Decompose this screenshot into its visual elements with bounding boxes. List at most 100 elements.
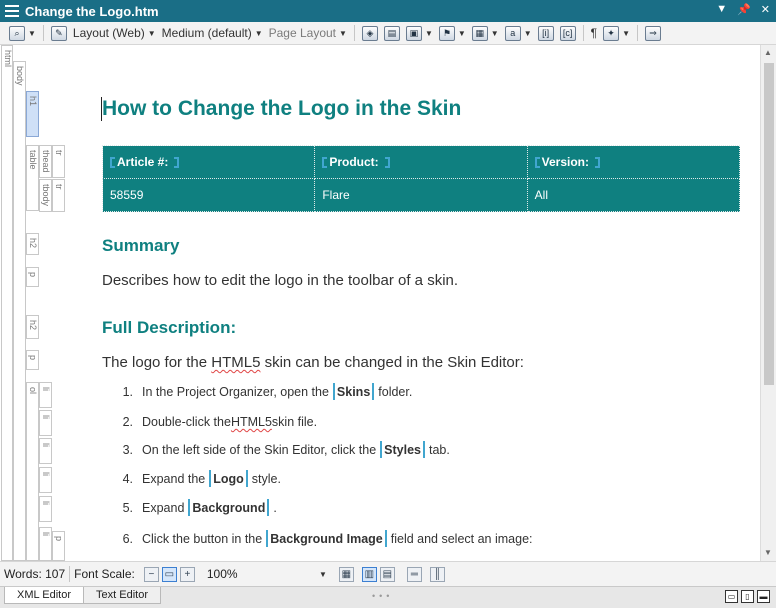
view-button[interactable]: ⌕ ▼ — [6, 24, 39, 43]
table-header-cell[interactable]: Article #: — [101, 145, 316, 179]
split-vertical-icon[interactable]: ▯ — [741, 590, 754, 603]
structure-bar-html[interactable]: html — [1, 45, 13, 561]
minimize-pane-icon[interactable]: ▭ — [725, 590, 738, 603]
structure-bars-icon[interactable]: ▥ — [361, 566, 377, 582]
structure-bar-p[interactable]: p — [26, 350, 39, 370]
structure-bar-li[interactable]: li — [39, 496, 52, 522]
scroll-down-icon[interactable]: ▼ — [764, 548, 772, 557]
table-button[interactable]: ▦ ▼ — [469, 24, 502, 43]
variable-icon: [i] — [537, 25, 554, 41]
page-layout-label: Page Layout — [268, 26, 337, 40]
window-title: Change the Logo.htm — [25, 3, 159, 19]
full-description-heading[interactable]: Full Description: — [102, 318, 236, 338]
ui-element-tag[interactable]: Logo — [209, 470, 248, 487]
vertical-ruler-icon[interactable]: ║ — [429, 566, 445, 582]
list-item[interactable]: 3. On the left side of the Skin Editor, … — [110, 441, 450, 458]
structure-bar-h2[interactable]: h2 — [26, 233, 39, 255]
zoom-out-icon[interactable]: − — [143, 566, 159, 582]
structure-bar-thead[interactable]: thead — [39, 145, 52, 178]
intro-paragraph[interactable]: The logo for the HTML5 skin can be chang… — [102, 354, 524, 371]
document-heading[interactable]: How to Change the Logo in the Skin — [102, 97, 461, 121]
grid-view-icon[interactable]: ▦ — [338, 566, 354, 582]
scrollbar-thumb[interactable] — [764, 63, 774, 385]
resize-grip-icon[interactable]: ••• — [372, 591, 393, 601]
table-header-cell[interactable]: Version: — [526, 145, 741, 179]
layout-web-dropdown[interactable]: Layout (Web) ▼ — [70, 24, 159, 43]
hamburger-menu-icon[interactable] — [5, 5, 19, 17]
attributes-button[interactable]: ✦ ▼ — [600, 24, 633, 43]
markers-button[interactable]: ▤ — [381, 24, 403, 43]
list-item[interactable]: 5. Expand Background . — [110, 499, 277, 516]
palette-icon: ✦ — [603, 25, 620, 41]
summary-heading[interactable]: Summary — [102, 236, 179, 256]
list-item[interactable]: 2. Double-click the HTML5 skin file. — [110, 415, 318, 429]
insert-snippet-button[interactable]: [c] — [557, 24, 579, 43]
zoom-in-icon[interactable]: + — [179, 566, 195, 582]
image-button[interactable]: ▣ ▼ — [403, 24, 436, 43]
structure-bar-h2[interactable]: h2 — [26, 315, 39, 339]
table-header-cell[interactable]: Product: — [314, 145, 528, 179]
show-tags-icon: ◈ — [361, 25, 378, 41]
table-cell[interactable]: 58559 — [101, 178, 316, 212]
track-changes-button[interactable]: ✎ — [48, 24, 70, 43]
structure-bar-h1[interactable]: h1 — [26, 91, 39, 137]
layout-web-label: Layout (Web) — [72, 26, 145, 40]
structure-bar-ol[interactable]: ol — [26, 382, 39, 561]
ui-element-tag[interactable]: Styles — [380, 441, 425, 458]
hand-icon: ✎ — [50, 25, 67, 41]
insert-variable-button[interactable]: [i] — [535, 24, 557, 43]
ui-element-tag[interactable]: Background — [188, 499, 270, 516]
summary-paragraph[interactable]: Describes how to edit the logo in the to… — [102, 272, 458, 289]
structure-bar-li[interactable]: li — [39, 382, 52, 408]
structure-bar-p[interactable]: p — [52, 531, 65, 561]
close-icon[interactable]: ✕ — [761, 3, 770, 16]
document-editor[interactable]: How to Change the Logo in the Skin Artic… — [92, 45, 760, 561]
pilcrow-button[interactable]: ¶ — [588, 24, 600, 43]
preview-button[interactable]: ⇒ — [642, 24, 664, 43]
table-cell[interactable]: All — [526, 178, 741, 212]
preview-icon: ⇒ — [645, 25, 661, 41]
ui-element-tag[interactable]: Background Image — [266, 530, 387, 547]
structure-bar-li[interactable]: li — [39, 438, 52, 464]
word-count: Words: 107 — [4, 567, 66, 581]
conditions-button[interactable]: ⚑ ▼ — [436, 24, 469, 43]
dropdown-arrow-icon[interactable]: ▼ — [716, 3, 727, 16]
list-item[interactable]: 1. In the Project Organizer, open the Sk… — [110, 383, 412, 400]
show-tags-button[interactable]: ◈ — [359, 24, 381, 43]
scroll-up-icon[interactable]: ▲ — [764, 48, 772, 57]
ui-element-tag[interactable]: Skins — [332, 383, 375, 400]
row-bars-icon[interactable]: ▤ — [379, 566, 395, 582]
list-item[interactable]: 4. Expand the Logo style. — [110, 470, 281, 487]
structure-bar-p[interactable]: p — [26, 267, 39, 287]
structure-bar-table[interactable]: table — [26, 145, 39, 211]
magnifier-icon: ⌕ — [9, 25, 25, 41]
font-button[interactable]: a ▼ — [502, 24, 535, 43]
structure-bar-tbody[interactable]: tbody — [39, 179, 52, 212]
structure-bar-body[interactable]: body — [13, 61, 26, 561]
structure-bar-tr[interactable]: tr — [52, 145, 65, 178]
structure-bar-tr[interactable]: tr — [52, 179, 65, 212]
medium-dropdown[interactable]: Medium (default) ▼ — [159, 24, 266, 43]
vertical-scrollbar[interactable]: ▲ ▼ — [760, 45, 776, 561]
tab-xml-editor[interactable]: XML Editor — [4, 587, 85, 604]
table-row: 58559 Flare All — [101, 178, 741, 212]
structure-bar-li[interactable]: li — [39, 467, 52, 493]
pin-icon[interactable]: 📌 — [737, 3, 751, 16]
zoom-value: 100% — [206, 567, 238, 581]
split-horizontal-icon[interactable]: ▬ — [757, 590, 770, 603]
font-scale-label: Font Scale: — [74, 567, 135, 581]
table-cell[interactable]: Flare — [314, 178, 528, 212]
pilcrow-icon: ¶ — [590, 26, 598, 40]
tab-text-editor[interactable]: Text Editor — [83, 587, 161, 604]
structure-bar-li[interactable]: li — [39, 410, 52, 436]
zoom-reset-icon[interactable]: ▭ — [161, 566, 177, 582]
list-item[interactable]: 6. Click the button in the Background Im… — [110, 530, 533, 547]
page-layout-dropdown[interactable]: Page Layout ▼ — [266, 24, 350, 43]
zoom-dropdown[interactable]: 100% ▼ — [207, 567, 327, 581]
horizontal-ruler-icon[interactable]: ═ — [406, 566, 422, 582]
medium-label: Medium (default) — [161, 26, 252, 40]
editor-mode-tabs: XML Editor Text Editor ••• ▭ ▯ ▬ — [0, 586, 776, 608]
structure-bar-li[interactable]: li — [39, 527, 52, 561]
image-icon: ▣ — [405, 25, 422, 41]
article-info-table[interactable]: Article #: Product: Version: 58559 Flare… — [101, 145, 741, 212]
